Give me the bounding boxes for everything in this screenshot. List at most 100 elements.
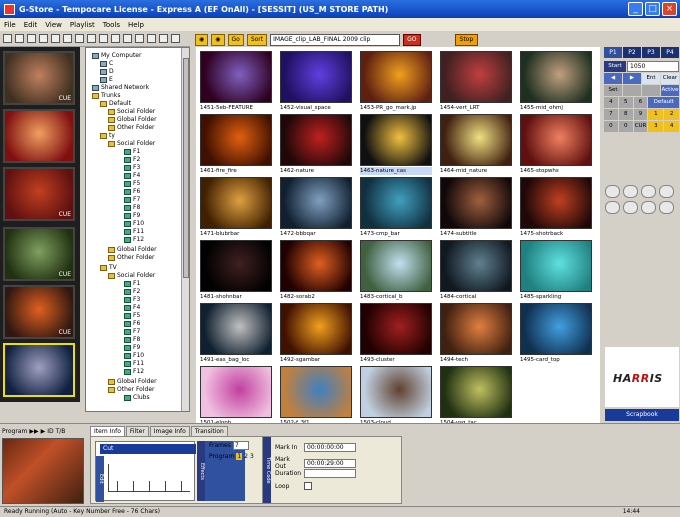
text-icon[interactable]: [111, 34, 120, 43]
loop-checkbox[interactable]: [304, 482, 312, 490]
action-star-icon[interactable]: [641, 201, 656, 214]
tree-node[interactable]: E: [100, 76, 113, 83]
enter-key[interactable]: Ent: [642, 73, 660, 84]
thumbnail-cell[interactable]: 1455-mid_ohmj: [520, 51, 594, 113]
tree-node[interactable]: F7: [124, 328, 140, 335]
tree-node[interactable]: ty: [100, 132, 115, 139]
path-combobox[interactable]: IMAGE_clip_LAB_FINAL 2009 clip: [270, 33, 401, 46]
menu-help[interactable]: Help: [128, 21, 144, 29]
tree-node[interactable]: Global Folder: [108, 246, 157, 253]
thumbnail-image[interactable]: [440, 240, 512, 292]
mark-in-input[interactable]: 00:00:00:00: [304, 443, 356, 452]
maximize-button[interactable]: □: [645, 2, 660, 16]
thumbnail-cell[interactable]: 1473-cmp_bar: [360, 177, 434, 239]
thumbnail-cell[interactable]: 1504-vsq_tac: [440, 366, 514, 428]
start-key[interactable]: Start: [604, 61, 626, 72]
menu-edit[interactable]: Edit: [24, 21, 38, 29]
thumbnail-cell[interactable]: 1471-blubrbar: [200, 177, 274, 239]
tab-filter[interactable]: Filter: [125, 426, 149, 436]
thumbnail-cell[interactable]: 1453-PR_go_mark.jp: [360, 51, 434, 113]
menu-file[interactable]: File: [4, 21, 16, 29]
palette-tab-p2[interactable]: P2: [623, 47, 641, 58]
tree-node[interactable]: Social Folder: [108, 272, 155, 279]
thumbnail-cell[interactable]: 1493-cluster: [360, 303, 434, 365]
id-button[interactable]: ID: [47, 428, 53, 435]
play-button[interactable]: ◉: [211, 33, 225, 46]
scrapbook-button[interactable]: Scrapbook: [605, 409, 679, 421]
clear-key[interactable]: Clear: [661, 73, 679, 84]
sort-button[interactable]: Sort: [246, 33, 268, 46]
digit-00-key[interactable]: 0: [618, 121, 633, 132]
tree-node[interactable]: F10: [124, 352, 144, 359]
thumbnail-image[interactable]: [200, 366, 272, 418]
play-button[interactable]: ▶: [41, 428, 46, 435]
tree-node[interactable]: F1: [124, 280, 140, 287]
thumbnail-cell[interactable]: 1461-fire_fire: [200, 114, 274, 176]
tree-node[interactable]: Trunks: [92, 92, 120, 99]
blank-key[interactable]: [642, 85, 660, 96]
thumbnail-image[interactable]: [520, 303, 592, 355]
cur-key[interactable]: CUR: [633, 121, 648, 132]
tree-node[interactable]: Social Folder: [108, 108, 155, 115]
tree-node[interactable]: Clubs: [124, 394, 150, 401]
tree-node[interactable]: F2: [124, 288, 140, 295]
tree-node[interactable]: F6: [124, 188, 140, 195]
prev-key[interactable]: ◀: [604, 73, 622, 84]
tree-node[interactable]: TV: [100, 264, 117, 271]
slot-4-key[interactable]: 4: [664, 121, 680, 132]
thumbnail-image[interactable]: [440, 114, 512, 166]
thumbnail-image[interactable]: [280, 303, 352, 355]
folder-tree[interactable]: My Computer C D E Shared Network Trunks Defaul…: [85, 47, 190, 412]
tree-node[interactable]: F11: [124, 360, 144, 367]
playlist-thumb[interactable]: CUE: [3, 167, 75, 221]
start-field[interactable]: 1050: [627, 61, 679, 72]
action-cloud-icon[interactable]: [623, 185, 638, 198]
record-button[interactable]: ◉: [195, 33, 209, 46]
tree-node[interactable]: F9: [124, 212, 140, 219]
thumbnail-image[interactable]: [360, 51, 432, 103]
tree-node[interactable]: Other Folder: [108, 124, 155, 131]
tree-node[interactable]: F12: [124, 236, 144, 243]
tree-node[interactable]: F7: [124, 196, 140, 203]
thumbnail-image[interactable]: [200, 240, 272, 292]
thumbnail-image[interactable]: [520, 114, 592, 166]
thumbnail-image[interactable]: [360, 366, 432, 418]
thumbnail-cell[interactable]: 1464-mid_nature: [440, 114, 514, 176]
thumbnail-image[interactable]: [360, 240, 432, 292]
copy-icon[interactable]: [51, 34, 60, 43]
action-link-icon[interactable]: [605, 185, 620, 198]
thumbnail-cell[interactable]: 1481-shohnbar: [200, 240, 274, 302]
tree-node[interactable]: Social Folder: [108, 140, 155, 147]
program-2[interactable]: 2: [244, 453, 248, 460]
playlist-thumb-selected[interactable]: [3, 343, 75, 397]
tree-node[interactable]: F2: [124, 156, 140, 163]
paste-icon[interactable]: [63, 34, 72, 43]
digit-8-key[interactable]: 8: [618, 109, 633, 120]
action-link-icon[interactable]: [605, 201, 620, 214]
slot-3-key[interactable]: 3: [648, 121, 664, 132]
menu-tools[interactable]: Tools: [103, 21, 120, 29]
tree-node[interactable]: Other Folder: [108, 254, 155, 261]
thumbnail-image[interactable]: [200, 303, 272, 355]
thumbnail-image[interactable]: [440, 366, 512, 418]
tree-node[interactable]: My Computer: [92, 52, 141, 59]
tree-scrollbar[interactable]: [181, 48, 189, 411]
mark-out-input[interactable]: 00:00:29:00: [304, 458, 356, 468]
thumbnail-cell[interactable]: 1485-sparkling: [520, 240, 594, 302]
tree-node[interactable]: Default: [100, 100, 131, 107]
tree-node[interactable]: F9: [124, 344, 140, 351]
thumbnail-cell[interactable]: 1491-eas_bag_loc: [200, 303, 274, 365]
next-key[interactable]: ▶: [623, 73, 641, 84]
palette-tab-p1[interactable]: P1: [604, 47, 622, 58]
thumbnail-image[interactable]: [440, 51, 512, 103]
redo-icon[interactable]: [99, 34, 108, 43]
digit-7-key[interactable]: 7: [604, 109, 618, 120]
action-trash-icon[interactable]: [659, 201, 674, 214]
thumbnail-cell[interactable]: 1472-bbbqar: [280, 177, 354, 239]
tree-node[interactable]: F3: [124, 164, 140, 171]
thumbnail-image[interactable]: [200, 177, 272, 229]
slot-2-key[interactable]: 2: [664, 109, 680, 120]
blank-key[interactable]: [623, 85, 641, 96]
thumbnail-cell[interactable]: 1474-subtitle: [440, 177, 514, 239]
list-icon[interactable]: [135, 34, 144, 43]
